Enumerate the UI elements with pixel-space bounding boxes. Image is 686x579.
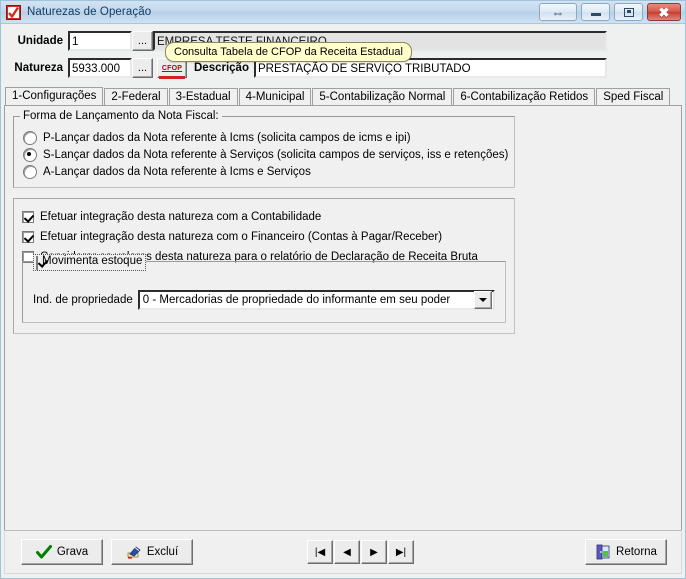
minimize-icon xyxy=(590,12,601,16)
nav-next-button[interactable]: ▶ xyxy=(361,540,387,564)
tab-contabilizacao-retidos[interactable]: 6-Contabilização Retidos xyxy=(453,88,596,105)
natureza-input[interactable]: 5933.000 xyxy=(68,58,132,78)
check-integracao-contabilidade-box xyxy=(22,211,34,223)
app-checkmark-icon xyxy=(6,4,21,20)
nav-prev-button[interactable]: ◀ xyxy=(334,540,360,564)
tab-strip: 1-Configurações 2-Federal 3-Estadual 4-M… xyxy=(1,87,685,105)
forma-lancamento-title: Forma de Lançamento da Nota Fiscal: xyxy=(20,110,222,122)
delete-button-label: Excluí xyxy=(146,546,179,558)
action-bar: Grava Excluí |◀ ◀ ▶ ▶| Retorna xyxy=(4,530,682,574)
tab-page-configuracoes: Forma de Lançamento da Nota Fiscal: P-La… xyxy=(4,105,682,535)
save-button-label: Grava xyxy=(56,546,89,558)
cfop-button-label: CFOP xyxy=(161,64,183,72)
tab-contabilizacao-normal[interactable]: 5-Contabilização Normal xyxy=(312,88,453,105)
tab-federal-label: 2-Federal xyxy=(111,91,161,103)
close-button[interactable]: ✖ xyxy=(647,3,681,21)
chevron-down-icon[interactable] xyxy=(474,291,492,309)
movimenta-estoque-group: Movimenta estoque Ind. de propriedade 0 … xyxy=(22,254,506,323)
nav-first-icon: |◀ xyxy=(314,546,326,558)
radio-forma-p-indicator xyxy=(23,130,37,145)
cfop-tooltip: Consulta Tabela de CFOP da Receita Estad… xyxy=(165,42,412,62)
check-icon xyxy=(35,544,52,560)
window-title: Naturezas de Operação xyxy=(27,6,152,18)
descricao-label: Descrição xyxy=(194,62,249,74)
resize-arrows-icon: ⇔ xyxy=(551,4,565,20)
tab-contabilizacao-retidos-label: 6-Contabilização Retidos xyxy=(460,91,589,103)
eraser-icon xyxy=(126,544,142,560)
ind-propriedade-row: Ind. de propriedade 0 - Mercadorias de p… xyxy=(33,290,495,310)
natureza-label: Natureza xyxy=(14,62,63,74)
tab-federal[interactable]: 2-Federal xyxy=(104,88,168,105)
nav-prev-icon: ◀ xyxy=(343,546,351,558)
movimenta-estoque-header[interactable]: Movimenta estoque xyxy=(33,254,147,271)
radio-forma-a[interactable]: A-Lançar dados da Nota referente à Icms … xyxy=(14,163,514,180)
record-navigation: |◀ ◀ ▶ ▶| xyxy=(307,540,414,564)
return-button[interactable]: Retorna xyxy=(585,539,667,565)
return-button-label: Retorna xyxy=(616,546,657,558)
application-window: Naturezas de Operação ⇔ ✖ Unidade 1 ... … xyxy=(0,0,686,579)
check-integracao-financeiro[interactable]: Efetuar integração desta natureza com o … xyxy=(22,227,514,247)
check-movimenta-estoque-label: Movimenta estoque xyxy=(42,255,143,267)
nav-last-button[interactable]: ▶| xyxy=(388,540,414,564)
check-integracao-financeiro-box xyxy=(22,231,34,243)
radio-forma-a-label: A-Lançar dados da Nota referente à Icms … xyxy=(43,165,311,178)
tab-municipal[interactable]: 4-Municipal xyxy=(238,88,312,105)
cfop-underline xyxy=(159,76,185,79)
delete-button[interactable]: Excluí xyxy=(111,539,193,565)
title-bar: Naturezas de Operação ⇔ ✖ xyxy=(1,1,685,24)
forma-lancamento-group: Forma de Lançamento da Nota Fiscal: P-La… xyxy=(13,110,515,188)
radio-forma-s[interactable]: S-Lançar dados da Nota referente à Servi… xyxy=(14,146,514,163)
ind-propriedade-value: 0 - Mercadorias de propriedade do inform… xyxy=(142,294,451,306)
radio-forma-p[interactable]: P-Lançar dados da Nota referente à Icms … xyxy=(14,129,514,146)
unidade-input[interactable]: 1 xyxy=(68,31,132,51)
radio-forma-s-indicator xyxy=(23,147,37,162)
check-integracao-contabilidade-label: Efetuar integração desta natureza com a … xyxy=(40,211,322,223)
resize-button[interactable]: ⇔ xyxy=(539,3,577,21)
check-movimenta-estoque-box xyxy=(36,256,38,270)
window-controls: ⇔ ✖ xyxy=(539,3,681,21)
tab-configuracoes[interactable]: 1-Configurações xyxy=(5,87,104,105)
maximize-icon xyxy=(623,7,634,17)
close-icon: ✖ xyxy=(658,4,670,20)
tab-sped-fiscal[interactable]: Sped Fiscal xyxy=(596,88,671,105)
tab-estadual-label: 3-Estadual xyxy=(175,91,231,103)
chevron-down-glyph xyxy=(479,298,487,302)
maximize-button[interactable] xyxy=(614,3,643,21)
tab-estadual[interactable]: 3-Estadual xyxy=(168,88,238,105)
radio-forma-s-label: S-Lançar dados da Nota referente à Servi… xyxy=(43,148,509,161)
door-icon xyxy=(595,544,611,560)
save-button[interactable]: Grava xyxy=(21,539,103,565)
unidade-lookup-button[interactable]: ... xyxy=(132,31,153,51)
unidade-label: Unidade xyxy=(17,35,63,47)
ind-propriedade-select[interactable]: 0 - Mercadorias de propriedade do inform… xyxy=(137,290,495,310)
tab-configuracoes-label: 1-Configurações xyxy=(12,90,97,102)
tab-contabilizacao-normal-label: 5-Contabilização Normal xyxy=(319,91,446,103)
check-integracao-contabilidade[interactable]: Efetuar integração desta natureza com a … xyxy=(22,207,514,227)
minimize-button[interactable] xyxy=(581,3,610,21)
cfop-tooltip-text: Consulta Tabela de CFOP da Receita Estad… xyxy=(174,46,403,58)
opcoes-group: Efetuar integração desta natureza com a … xyxy=(13,198,515,334)
ind-propriedade-label: Ind. de propriedade xyxy=(33,294,133,306)
tab-municipal-label: 4-Municipal xyxy=(245,91,305,103)
form-header: Unidade 1 ... EMPRESA TESTE FINANCEIRO N… xyxy=(1,24,685,87)
nav-first-button[interactable]: |◀ xyxy=(307,540,333,564)
radio-forma-a-indicator xyxy=(23,164,37,179)
nav-last-icon: ▶| xyxy=(395,546,407,558)
tab-sped-fiscal-label: Sped Fiscal xyxy=(603,91,664,103)
radio-forma-p-label: P-Lançar dados da Nota referente à Icms … xyxy=(43,131,411,144)
natureza-lookup-button[interactable]: ... xyxy=(132,58,153,78)
check-integracao-financeiro-label: Efetuar integração desta natureza com o … xyxy=(40,231,443,243)
nav-next-icon: ▶ xyxy=(370,546,378,558)
